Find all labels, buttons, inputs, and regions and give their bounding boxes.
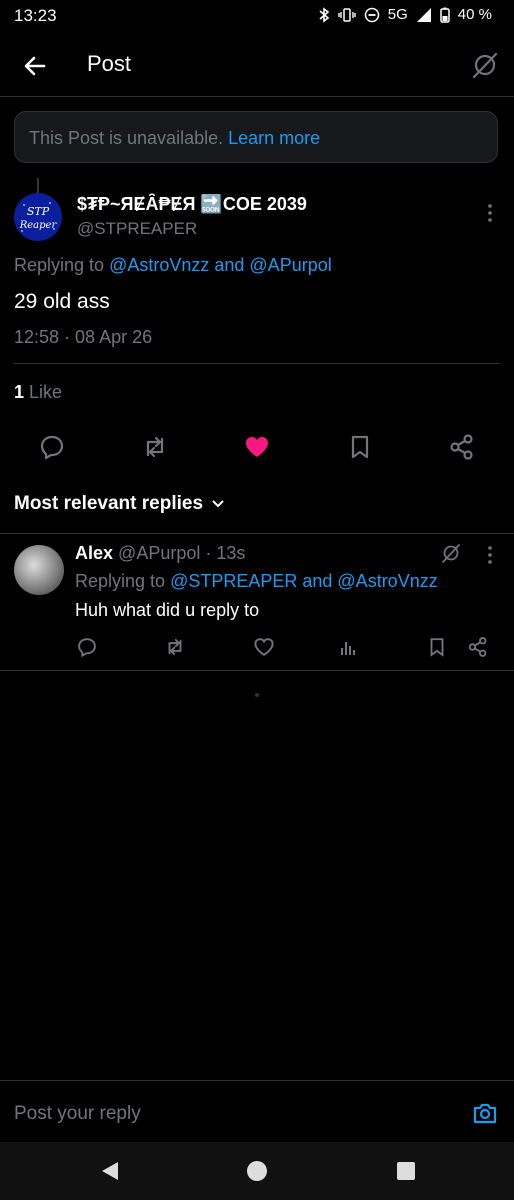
- reply-handle-time: @APurpol · 13s: [118, 543, 246, 563]
- bookmark-icon: [351, 435, 369, 459]
- views-icon: [341, 642, 355, 655]
- reply-more-button[interactable]: [480, 545, 500, 565]
- like-icon: [254, 638, 274, 656]
- header: Post: [0, 34, 514, 97]
- avatar-text: Reaper: [19, 220, 58, 231]
- divider: [0, 533, 514, 534]
- signal-icon: [416, 7, 432, 23]
- reply-repost-button[interactable]: [164, 636, 186, 658]
- like-button[interactable]: [243, 433, 271, 461]
- back-button[interactable]: [18, 49, 52, 83]
- more-icon: [488, 546, 492, 564]
- unavailable-banner: This Post is unavailable. Learn more: [14, 111, 498, 163]
- bookmark-button[interactable]: [346, 433, 374, 461]
- nav-home-button[interactable]: [247, 1161, 267, 1181]
- network-label: 5G: [387, 6, 408, 23]
- divider: [0, 670, 514, 671]
- nav-home-icon: [247, 1161, 267, 1181]
- repost-button[interactable]: [141, 433, 169, 461]
- like-count-value: 1: [14, 382, 25, 402]
- back-arrow-icon: [24, 56, 46, 76]
- replying-users[interactable]: @AstroVnzz and @APurpol: [109, 255, 332, 275]
- bookmark-icon: [430, 638, 444, 657]
- avatar-text: STP: [27, 205, 50, 218]
- vibrate-icon: [338, 7, 356, 22]
- replying-prefix: Replying to: [75, 571, 166, 591]
- reply-text: Huh what did u reply to: [75, 600, 260, 620]
- avatar[interactable]: STP Reaper: [14, 193, 62, 241]
- compose-bar: Post your reply: [0, 1080, 514, 1143]
- nav-back-icon: [102, 1162, 118, 1180]
- reply-display-name[interactable]: Alex: [75, 543, 113, 563]
- reply-replying-to: Replying to @STPREAPER and @AstroVnzz: [75, 571, 438, 592]
- reply-icon: [78, 638, 96, 658]
- share-icon: [450, 434, 473, 460]
- like-count-label: Like: [29, 382, 63, 402]
- reply-icon: [40, 435, 64, 460]
- like-icon: [246, 437, 268, 457]
- post-display-name[interactable]: $₮Ᵽ~ЯɆȂ₱ɆЯ 🔜COE 2039: [77, 194, 307, 215]
- post-timestamp: 12:58 · 08 Apr 26: [14, 327, 153, 347]
- bluetooth-icon: [318, 6, 330, 23]
- divider: [14, 363, 500, 364]
- reply-avatar[interactable]: [14, 545, 64, 595]
- repost-icon: [146, 436, 164, 458]
- post-more-button[interactable]: [480, 203, 500, 223]
- share-button[interactable]: [448, 433, 476, 461]
- reply-reply-button[interactable]: [76, 636, 98, 658]
- status-time: 13:23: [14, 6, 57, 25]
- dnd-icon: [364, 7, 380, 23]
- banner-text: This Post is unavailable.: [29, 128, 224, 148]
- system-nav-bar: [0, 1142, 514, 1200]
- reply-grok-button[interactable]: [440, 542, 462, 564]
- chevron-down-icon: [212, 500, 224, 508]
- replies-sort-dropdown[interactable]: Most relevant replies: [14, 493, 225, 515]
- likes-count[interactable]: 1 Like: [14, 382, 62, 403]
- loading-indicator: [255, 693, 259, 697]
- battery-level: 40 %: [457, 6, 492, 23]
- more-icon: [488, 204, 492, 222]
- thread-line: [37, 178, 39, 194]
- grok-icon: [442, 544, 460, 563]
- reply-input[interactable]: Post your reply: [14, 1103, 141, 1125]
- replying-prefix: Replying to: [14, 255, 105, 275]
- nav-recents-button[interactable]: [397, 1162, 415, 1180]
- reply-share-button[interactable]: [467, 636, 489, 658]
- post-action-bar: [0, 425, 514, 469]
- share-icon: [468, 637, 487, 657]
- replies-sort-label: Most relevant replies: [14, 493, 204, 514]
- post-handle[interactable]: @STPREAPER: [77, 219, 197, 239]
- status-icons: 5G 40 %: [318, 6, 492, 23]
- replying-users[interactable]: @STPREAPER and @AstroVnzz: [170, 571, 438, 591]
- reply-button[interactable]: [38, 433, 66, 461]
- grok-button[interactable]: [470, 50, 500, 80]
- nav-back-button[interactable]: [100, 1161, 120, 1181]
- camera-button[interactable]: [472, 1100, 498, 1126]
- repost-icon: [168, 638, 182, 656]
- reply-like-button[interactable]: [253, 636, 275, 658]
- post-replying-to: Replying to @AstroVnzz and @APurpol: [14, 255, 332, 276]
- reply-header: Alex @APurpol · 13s: [75, 543, 245, 564]
- nav-recents-icon: [397, 1162, 415, 1180]
- grok-icon: [472, 52, 498, 79]
- status-bar: 13:23 5G 40 %: [0, 0, 514, 34]
- reply-views-button[interactable]: [338, 636, 360, 658]
- reply-bookmark-button[interactable]: [426, 636, 448, 658]
- battery-icon: [440, 7, 450, 23]
- learn-more-link[interactable]: Learn more: [228, 128, 320, 148]
- post-text: 29 old ass: [14, 290, 110, 313]
- camera-icon: [473, 1103, 497, 1124]
- page-title: Post: [87, 51, 132, 76]
